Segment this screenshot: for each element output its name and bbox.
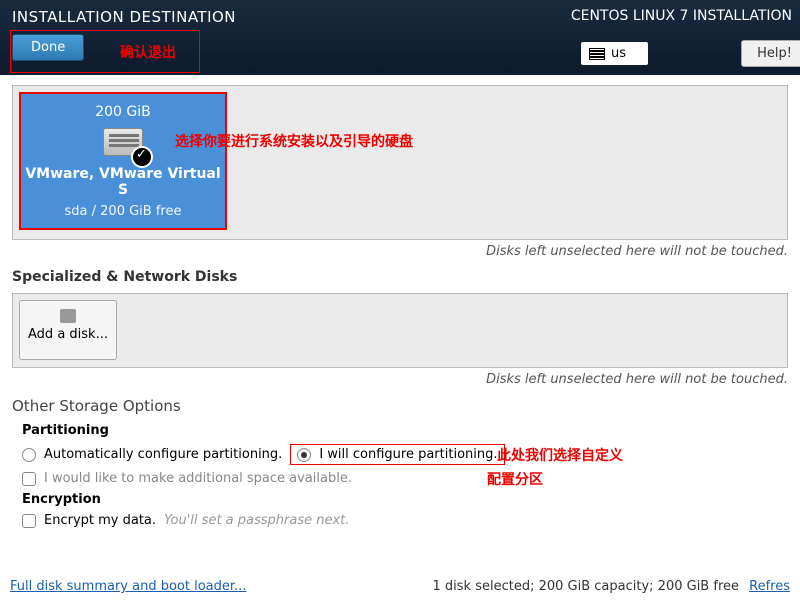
annotation-box-manual: I will configure partitioning. xyxy=(290,444,504,465)
footer-bar: Full disk summary and boot loader... 1 d… xyxy=(10,579,790,594)
label-additional-space: I would like to make additional space av… xyxy=(44,471,352,486)
disk-name-label: VMware, VMware Virtual S xyxy=(25,166,221,198)
disk-sub-label: sda / 200 GiB free xyxy=(25,204,221,219)
label-partitioning: Partitioning xyxy=(12,423,788,438)
local-disks-area: 200 GiB VMware, VMware Virtual S sda / 2… xyxy=(12,85,788,240)
encryption-row: Encrypt my data. You'll set a passphrase… xyxy=(12,513,788,528)
add-disk-label: Add a disk... xyxy=(28,327,108,342)
label-manual-partition: I will configure partitioning. xyxy=(319,447,497,462)
status-summary: 1 disk selected; 200 GiB capacity; 200 G… xyxy=(433,579,790,594)
status-text: 1 disk selected; 200 GiB capacity; 200 G… xyxy=(433,579,739,594)
installer-subtitle: CENTOS LINUX 7 INSTALLATION xyxy=(571,8,792,24)
label-encryption: Encryption xyxy=(12,492,788,507)
radio-manual-partition[interactable] xyxy=(297,448,311,462)
checkbox-encrypt[interactable] xyxy=(22,514,36,528)
add-disk-button[interactable]: Add a disk... xyxy=(19,300,117,360)
encrypt-note: You'll set a passphrase next. xyxy=(164,513,349,528)
additional-space-row: I would like to make additional space av… xyxy=(12,471,788,486)
help-button[interactable]: Help! xyxy=(741,40,800,67)
keyboard-layout-indicator[interactable]: us xyxy=(581,42,648,65)
keyboard-icon xyxy=(589,48,605,60)
disk-tile-sda[interactable]: 200 GiB VMware, VMware Virtual S sda / 2… xyxy=(19,92,227,230)
annotation-custom-partition-1: 此处我们选择自定义 xyxy=(497,445,623,465)
section-specialized-disks: Specialized & Network Disks xyxy=(12,269,788,285)
checkbox-additional-space[interactable] xyxy=(22,472,36,486)
specialized-disks-area: Add a disk... xyxy=(12,293,788,368)
disk-plus-icon xyxy=(60,309,76,323)
label-auto-partition: Automatically configure partitioning. xyxy=(44,447,282,462)
disk-size-label: 200 GiB xyxy=(25,104,221,120)
hint-unselected-2: Disks left unselected here will not be t… xyxy=(12,372,788,387)
annotation-custom-partition-2: 配置分区 xyxy=(487,469,543,489)
radio-auto-partition[interactable] xyxy=(22,448,36,462)
hint-unselected-1: Disks left unselected here will not be t… xyxy=(12,244,788,259)
header-bar: INSTALLATION DESTINATION CENTOS LINUX 7 … xyxy=(0,0,800,75)
link-disk-summary[interactable]: Full disk summary and boot loader... xyxy=(10,579,246,594)
link-refresh[interactable]: Refres xyxy=(749,579,790,594)
annotation-select-disk: 选择你要进行系统安装以及引导的硬盘 xyxy=(175,131,413,151)
label-encrypt: Encrypt my data. xyxy=(44,513,156,528)
check-icon xyxy=(131,146,153,168)
section-other-storage: Other Storage Options xyxy=(12,397,788,415)
partitioning-row: Automatically configure partitioning. I … xyxy=(12,444,788,465)
keyboard-layout-label: us xyxy=(611,46,626,61)
annotation-confirm-exit: 确认退出 xyxy=(120,42,176,62)
